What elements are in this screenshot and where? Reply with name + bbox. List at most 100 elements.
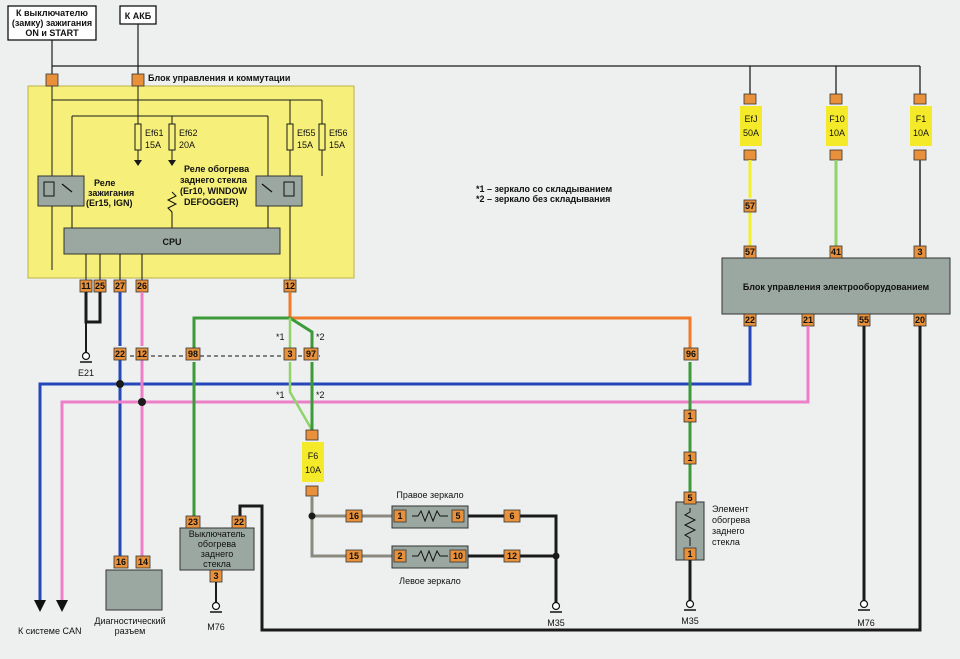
diag-label-line2: разъем bbox=[115, 626, 146, 636]
svg-text:12: 12 bbox=[507, 551, 517, 561]
left-mirror-label: Левое зеркало bbox=[399, 576, 461, 586]
svg-text:22: 22 bbox=[745, 315, 755, 325]
fuse-ef61-rating: 15A bbox=[145, 140, 161, 150]
svg-text:1: 1 bbox=[687, 411, 692, 421]
fuse-efj-rating: 50A bbox=[743, 128, 759, 138]
svg-text:15: 15 bbox=[349, 551, 359, 561]
fuse-efj-name: EfJ bbox=[744, 114, 757, 124]
body-control-pin-41: 41 bbox=[829, 245, 843, 259]
svg-text:10: 10 bbox=[453, 551, 463, 561]
ignition-input-connector bbox=[45, 73, 59, 87]
svg-text:26: 26 bbox=[137, 281, 147, 291]
fuse-ef62-rating: 20A bbox=[179, 140, 195, 150]
body-control-pin-21: 21 bbox=[801, 313, 815, 327]
connector-12: 12 bbox=[135, 347, 149, 361]
diagnostic-connector bbox=[105, 569, 163, 611]
rear-heater-pin-5: 5 bbox=[683, 491, 697, 505]
ground-m76-right: M76 bbox=[857, 618, 875, 628]
rear-heater-line2: обогрева bbox=[712, 515, 750, 525]
svg-text:23: 23 bbox=[188, 517, 198, 527]
left-mirror-pin-2: 2 bbox=[393, 549, 407, 563]
defogger-relay-icon bbox=[255, 175, 303, 207]
battery-input-connector bbox=[131, 73, 145, 87]
svg-text:5: 5 bbox=[687, 493, 692, 503]
diag-label-line1: Диагностический bbox=[94, 616, 165, 626]
control-unit-pin-12: 12 bbox=[283, 279, 297, 293]
svg-text:1: 1 bbox=[687, 549, 692, 559]
mark-star2-bottom: *2 bbox=[316, 390, 325, 400]
body-control-pin-57: 57 bbox=[743, 245, 757, 259]
body-control-pin-22: 22 bbox=[743, 313, 757, 327]
fuse-f6-rating: 10A bbox=[305, 465, 321, 475]
svg-text:20: 20 bbox=[915, 315, 925, 325]
svg-text:96: 96 bbox=[686, 349, 696, 359]
connector-16: 16 bbox=[345, 509, 363, 523]
battery-label: К АКБ bbox=[125, 11, 152, 21]
ignition-label-line2: (замку) зажигания bbox=[12, 18, 92, 28]
ground-m35-right: M35 bbox=[681, 616, 699, 626]
fuse-ef62-name: Ef62 bbox=[179, 128, 198, 138]
svg-text:3: 3 bbox=[213, 571, 218, 581]
ignition-relay-line3: (Er15, IGN) bbox=[86, 198, 133, 208]
fuse-ef56-name: Ef56 bbox=[329, 128, 348, 138]
rear-heater-line1: Элемент bbox=[712, 504, 749, 514]
svg-text:5: 5 bbox=[455, 511, 460, 521]
body-control-title: Блок управления электрооборудованием bbox=[743, 282, 930, 292]
switch-line2: обогрева bbox=[198, 539, 236, 549]
fuse-f1-name: F1 bbox=[916, 114, 927, 124]
right-mirror-pin-5: 5 bbox=[451, 509, 465, 523]
diag-pin-14: 14 bbox=[135, 555, 151, 569]
left-mirror-pin-10: 10 bbox=[449, 549, 467, 563]
note-1: *1 – зеркало со складыванием bbox=[476, 184, 612, 194]
svg-text:22: 22 bbox=[115, 349, 125, 359]
svg-text:21: 21 bbox=[803, 315, 813, 325]
fuse-ef56-rating: 15A bbox=[329, 140, 345, 150]
fuse-f10-name: F10 bbox=[829, 114, 845, 124]
mark-star1-top: *1 bbox=[276, 332, 285, 342]
svg-text:2: 2 bbox=[397, 551, 402, 561]
ignition-relay-line1: Реле bbox=[94, 178, 115, 188]
fuse-ef61-name: Ef61 bbox=[145, 128, 164, 138]
connector-97: 97 bbox=[303, 347, 319, 361]
fuse-f6-name: F6 bbox=[308, 451, 319, 461]
can-system-label: К системе CAN bbox=[18, 626, 82, 636]
switch-pin-3: 3 bbox=[209, 569, 223, 583]
svg-text:3: 3 bbox=[917, 247, 922, 257]
switch-line3: заднего bbox=[201, 549, 233, 559]
defogger-relay-line1: Реле обогрева bbox=[184, 164, 250, 174]
control-unit-pin-27: 27 bbox=[113, 279, 127, 293]
svg-text:25: 25 bbox=[95, 281, 105, 291]
control-unit-title: Блок управления и коммутации bbox=[148, 73, 290, 83]
ground-m35-left: M35 bbox=[547, 618, 565, 628]
svg-text:12: 12 bbox=[137, 349, 147, 359]
connector-96: 96 bbox=[683, 347, 699, 361]
connector-22: 22 bbox=[113, 347, 127, 361]
mark-star2-top: *2 bbox=[316, 332, 325, 342]
connector-57: 57 bbox=[743, 199, 757, 213]
connector-12-mirror: 12 bbox=[503, 549, 521, 563]
svg-text:3: 3 bbox=[287, 349, 292, 359]
svg-text:11: 11 bbox=[81, 281, 91, 291]
wiring-diagram: К выключателю (замку) зажигания ON и STA… bbox=[7, 5, 951, 636]
connector-1-b: 1 bbox=[683, 451, 697, 465]
svg-text:6: 6 bbox=[509, 511, 514, 521]
defogger-relay-line4: DEFOGGER) bbox=[184, 197, 239, 207]
svg-text:27: 27 bbox=[115, 281, 125, 291]
svg-text:97: 97 bbox=[306, 349, 316, 359]
svg-text:14: 14 bbox=[138, 557, 148, 567]
svg-text:16: 16 bbox=[349, 511, 359, 521]
connector-1-a: 1 bbox=[683, 409, 697, 423]
svg-text:57: 57 bbox=[745, 201, 755, 211]
ignition-label-line3: ON и START bbox=[25, 28, 79, 38]
fuse-f1-rating: 10A bbox=[913, 128, 929, 138]
rear-heater-pin-1: 1 bbox=[683, 547, 697, 561]
ground-e21: E21 bbox=[78, 368, 94, 378]
diag-pin-16: 16 bbox=[113, 555, 129, 569]
connector-6: 6 bbox=[503, 509, 521, 523]
defogger-relay-line3: (Er10, WINDOW bbox=[180, 186, 248, 196]
note-2: *2 – зеркало без складывания bbox=[476, 194, 610, 204]
connector-3: 3 bbox=[283, 347, 297, 361]
body-control-pin-20: 20 bbox=[913, 313, 927, 327]
rear-heater-line3: заднего bbox=[712, 526, 744, 536]
switch-line1: Выключатель bbox=[189, 529, 246, 539]
